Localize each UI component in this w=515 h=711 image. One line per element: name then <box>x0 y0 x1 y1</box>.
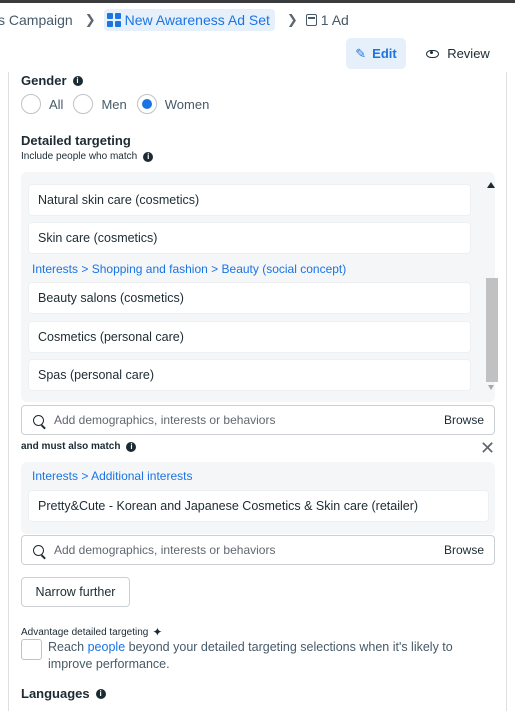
search-icon <box>33 414 44 426</box>
advantage-checkbox[interactable] <box>21 639 42 660</box>
breadcrumb: s Campaign ❯ New Awareness Ad Set ❯ 1 Ad <box>0 7 515 33</box>
chevron-right-icon: ❯ <box>286 12 298 27</box>
advantage-title-text: Advantage detailed targeting <box>21 626 149 638</box>
narrow-targeting-box: Interests > Additional interests Pretty&… <box>21 462 495 534</box>
top-border <box>0 0 515 3</box>
breadcrumb-ad[interactable]: 1 Ad <box>305 12 349 28</box>
gender-label-men: Men <box>101 96 127 112</box>
browse-button[interactable]: Browse <box>444 543 484 557</box>
edit-button-label: Edit <box>372 46 397 61</box>
breadcrumb-campaign[interactable]: s Campaign <box>0 12 73 28</box>
languages-title: Languages i <box>21 686 106 701</box>
path-segment: Shopping and fashion <box>91 262 208 276</box>
sparkle-icon: ✦ <box>152 625 163 639</box>
search-placeholder: Add demographics, interests or behaviors <box>54 543 276 557</box>
advantage-description: Reach people beyond your detailed target… <box>48 639 498 673</box>
gender-radio-women[interactable] <box>136 94 157 114</box>
pencil-icon: ✎ <box>355 45 367 61</box>
path-segment: Additional interests <box>91 469 193 483</box>
advantage-text-start: Reach <box>48 640 88 654</box>
narrow-search-input[interactable]: Add demographics, interests or behaviors… <box>21 535 495 565</box>
languages-title-label: Languages <box>21 686 90 701</box>
edit-review-toolbar: ✎ Edit Review <box>0 38 515 70</box>
people-link[interactable]: people <box>88 640 126 654</box>
targeting-item[interactable]: Spas (personal care) <box>28 359 471 391</box>
include-label: Include people who match i <box>21 151 154 162</box>
close-icon[interactable]: ✕ <box>480 439 495 457</box>
eye-icon <box>426 49 440 58</box>
breadcrumb-adset[interactable]: New Awareness Ad Set <box>103 9 275 31</box>
review-button-label: Review <box>447 46 490 61</box>
detailed-targeting-title: Detailed targeting <box>21 133 131 148</box>
edit-button[interactable]: ✎ Edit <box>346 38 406 69</box>
must-also-match-label: and must also match i <box>21 441 137 452</box>
targeting-item[interactable]: Beauty salons (cosmetics) <box>28 282 471 314</box>
must-also-match-text: and must also match <box>21 441 121 452</box>
path-segment: Interests <box>32 469 79 483</box>
gender-title: Gender i <box>21 73 83 88</box>
targeting-item[interactable]: Cosmetics (personal care) <box>28 321 471 353</box>
audience-panel: Gender i All Men Women Detailed targetin… <box>8 72 507 711</box>
breadcrumb-adset-label: New Awareness Ad Set <box>124 12 270 28</box>
gender-title-label: Gender <box>21 73 67 88</box>
path-segment: Beauty (social concept) <box>221 262 347 276</box>
include-label-text: Include people who match <box>21 151 138 162</box>
include-targeting-box: Natural skin care (cosmetics) Skin care … <box>21 172 498 402</box>
advantage-title: Advantage detailed targeting ✦ <box>21 625 162 639</box>
gender-radio-all[interactable] <box>21 94 41 114</box>
targeting-item[interactable]: Natural skin care (cosmetics) <box>28 184 471 216</box>
narrow-category-path[interactable]: Interests > Additional interests <box>32 469 192 483</box>
breadcrumb-ad-label: 1 Ad <box>320 12 349 28</box>
info-icon[interactable]: i <box>143 151 154 162</box>
targeting-item[interactable]: Pretty&Cute - Korean and Japanese Cosmet… <box>28 490 489 522</box>
path-segment: Interests <box>32 262 79 276</box>
narrow-further-button[interactable]: Narrow further <box>21 577 130 607</box>
search-placeholder: Add demographics, interests or behaviors <box>54 413 276 427</box>
chevron-right-icon: ❯ <box>84 12 96 27</box>
search-icon <box>33 544 44 556</box>
include-search-input[interactable]: Add demographics, interests or behaviors… <box>21 405 495 435</box>
scroll-up-arrow-icon[interactable] <box>487 182 495 188</box>
targeting-category-path[interactable]: Interests > Shopping and fashion > Beaut… <box>32 262 346 276</box>
info-icon[interactable]: i <box>126 441 137 452</box>
ad-document-icon <box>305 14 317 26</box>
gender-label-women: Women <box>164 96 210 112</box>
scroll-down-arrow-icon[interactable] <box>488 385 494 390</box>
scrollbar-thumb[interactable] <box>486 278 498 382</box>
targeting-scrollbar[interactable] <box>484 180 498 394</box>
gender-radio-men[interactable] <box>73 94 94 114</box>
adset-grid-icon <box>106 13 121 27</box>
info-icon[interactable]: i <box>72 75 83 86</box>
targeting-item[interactable]: Skin care (cosmetics) <box>28 222 471 254</box>
info-icon[interactable]: i <box>95 688 106 699</box>
gender-label-all: All <box>49 96 64 112</box>
review-button[interactable]: Review <box>418 38 498 69</box>
browse-button[interactable]: Browse <box>444 413 484 427</box>
gender-options: All Men Women <box>21 94 219 114</box>
